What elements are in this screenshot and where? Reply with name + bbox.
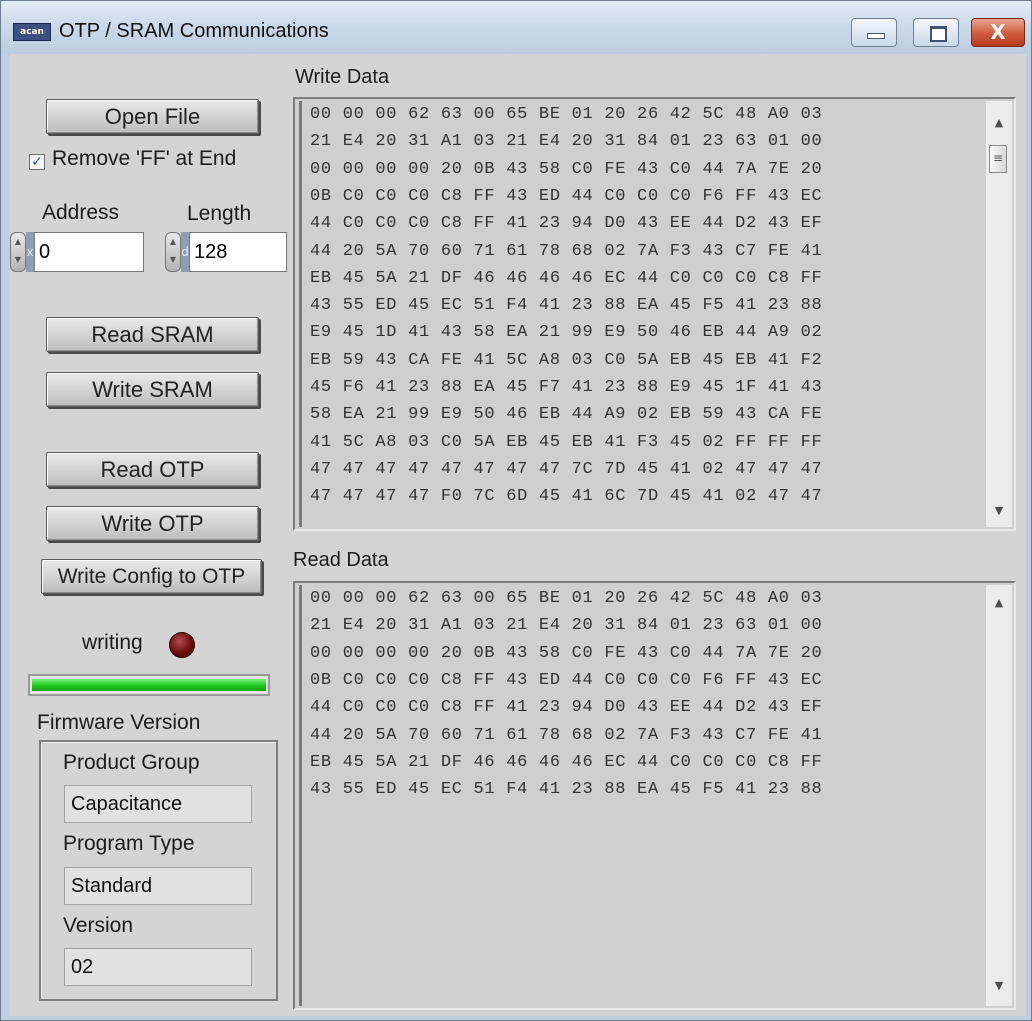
read-data-panel[interactable]: 00 00 00 62 63 00 65 BE 01 20 26 42 5C 4… bbox=[293, 581, 1016, 1010]
maximize-icon bbox=[930, 26, 947, 42]
version-label: Version bbox=[63, 914, 134, 937]
write-otp-button[interactable]: Write OTP bbox=[46, 506, 259, 541]
remove-ff-label: Remove 'FF' at End bbox=[52, 147, 237, 170]
read-data-line: EB 45 5A 21 DF 46 46 46 46 EC 44 C0 C0 C… bbox=[310, 752, 823, 772]
address-spinner[interactable]: ▲ ▼ bbox=[10, 232, 26, 272]
write-data-text[interactable]: 00 00 00 62 63 00 65 BE 01 20 26 42 5C 4… bbox=[299, 101, 984, 527]
write-data-line: 0B C0 C0 C0 C8 FF 43 ED 44 C0 C0 C0 F6 F… bbox=[310, 186, 823, 206]
length-input[interactable]: 128 bbox=[189, 232, 287, 272]
down-arrow-icon[interactable]: ▼ bbox=[986, 499, 1012, 523]
write-data-label: Write Data bbox=[295, 66, 390, 88]
address-label: Address bbox=[42, 201, 120, 224]
close-button[interactable]: X bbox=[971, 18, 1025, 47]
read-data-label: Read Data bbox=[293, 549, 389, 571]
product-group-field: Capacitance bbox=[64, 785, 252, 823]
remove-ff-checkbox[interactable]: ✓ bbox=[29, 154, 45, 170]
progress-fill bbox=[32, 679, 266, 691]
read-sram-button[interactable]: Read SRAM bbox=[46, 317, 259, 352]
minimize-icon bbox=[867, 33, 885, 39]
read-data-line: 00 00 00 00 20 0B 43 58 C0 FE 43 C0 44 7… bbox=[310, 643, 823, 663]
client-area: Open File ✓ Remove 'FF' at End Address L… bbox=[10, 54, 1026, 1016]
program-type-field: Standard bbox=[64, 867, 252, 905]
writing-indicator-led bbox=[169, 632, 195, 658]
write-sram-button[interactable]: Write SRAM bbox=[46, 372, 259, 407]
read-data-line: 0B C0 C0 C0 C8 FF 43 ED 44 C0 C0 C0 F6 F… bbox=[310, 670, 823, 690]
progress-bar bbox=[28, 674, 270, 696]
write-data-line: 47 47 47 47 47 47 47 47 7C 7D 45 41 02 4… bbox=[310, 459, 823, 479]
write-data-line: EB 59 43 CA FE 41 5C A8 03 C0 5A EB 45 E… bbox=[310, 350, 823, 370]
write-data-line: 45 F6 41 23 88 EA 45 F7 41 23 88 E9 45 1… bbox=[310, 378, 823, 397]
write-data-scrollbar[interactable]: ▲ ≡ ▼ bbox=[985, 101, 1012, 527]
read-data-text[interactable]: 00 00 00 62 63 00 65 BE 01 20 26 42 5C 4… bbox=[299, 585, 984, 1006]
app-icon: acan bbox=[13, 23, 51, 41]
write-data-panel[interactable]: 00 00 00 62 63 00 65 BE 01 20 26 42 5C 4… bbox=[293, 97, 1016, 531]
read-data-scrollbar[interactable]: ▲ ▼ bbox=[985, 585, 1012, 1006]
close-icon: X bbox=[990, 20, 1006, 44]
window-title: OTP / SRAM Communications bbox=[59, 20, 329, 42]
minimize-button[interactable] bbox=[851, 18, 897, 47]
write-data-line: EB 45 5A 21 DF 46 46 46 46 EC 44 C0 C0 C… bbox=[310, 268, 823, 288]
program-type-label: Program Type bbox=[63, 832, 195, 855]
title-bar[interactable]: acan OTP / SRAM Communications X bbox=[1, 1, 1031, 54]
write-data-line: 41 5C A8 03 C0 5A EB 45 EB 41 F3 45 02 F… bbox=[310, 432, 823, 452]
write-data-line: 21 E4 20 31 A1 03 21 E4 20 31 84 01 23 6… bbox=[310, 132, 823, 152]
read-data-line: 43 55 ED 45 EC 51 F4 41 23 88 EA 45 F5 4… bbox=[310, 780, 823, 800]
write-data-line: 47 47 47 47 F0 7C 6D 45 41 6C 7D 45 41 0… bbox=[310, 487, 823, 507]
firmware-version-title: Firmware Version bbox=[37, 711, 201, 734]
version-field: 02 bbox=[64, 948, 252, 986]
down-arrow-icon[interactable]: ▼ bbox=[986, 974, 1012, 998]
length-spinner[interactable]: ▲ ▼ bbox=[165, 232, 181, 272]
write-data-line: 00 00 00 00 20 0B 43 58 C0 FE 43 C0 44 7… bbox=[310, 159, 823, 179]
app-window: acan OTP / SRAM Communications X Open Fi… bbox=[0, 0, 1032, 1021]
address-radix[interactable]: x bbox=[26, 232, 34, 272]
up-arrow-icon[interactable]: ▲ bbox=[986, 111, 1012, 135]
scroll-thumb[interactable]: ≡ bbox=[989, 145, 1007, 173]
address-input[interactable]: 0 bbox=[34, 232, 144, 272]
length-radix[interactable]: d bbox=[181, 232, 189, 272]
write-data-line: 58 EA 21 99 E9 50 46 EB 44 A9 02 EB 59 4… bbox=[310, 405, 823, 425]
write-data-line: 44 20 5A 70 60 71 61 78 68 02 7A F3 43 C… bbox=[310, 241, 823, 261]
read-data-line: 44 20 5A 70 60 71 61 78 68 02 7A F3 43 C… bbox=[310, 725, 823, 745]
up-arrow-icon[interactable]: ▲ bbox=[986, 591, 1012, 615]
length-label: Length bbox=[187, 202, 252, 225]
write-data-line: 43 55 ED 45 EC 51 F4 41 23 88 EA 45 F5 4… bbox=[310, 296, 823, 316]
write-data-line: E9 45 1D 41 43 58 EA 21 99 E9 50 46 EB 4… bbox=[310, 323, 823, 343]
read-data-line: 44 C0 C0 C0 C8 FF 41 23 94 D0 43 EE 44 D… bbox=[310, 698, 823, 718]
write-data-line: 00 00 00 62 63 00 65 BE 01 20 26 42 5C 4… bbox=[310, 105, 823, 124]
product-group-label: Product Group bbox=[63, 751, 200, 774]
write-data-line: 44 C0 C0 C0 C8 FF 41 23 94 D0 43 EE 44 D… bbox=[310, 214, 823, 234]
maximize-button[interactable] bbox=[913, 18, 959, 47]
writing-label: writing bbox=[82, 631, 143, 654]
read-data-line: 21 E4 20 31 A1 03 21 E4 20 31 84 01 23 6… bbox=[310, 616, 823, 636]
open-file-button[interactable]: Open File bbox=[46, 99, 259, 134]
read-data-line: 00 00 00 62 63 00 65 BE 01 20 26 42 5C 4… bbox=[310, 589, 823, 608]
write-config-to-otp-button[interactable]: Write Config to OTP bbox=[41, 559, 262, 594]
read-otp-button[interactable]: Read OTP bbox=[46, 452, 259, 487]
